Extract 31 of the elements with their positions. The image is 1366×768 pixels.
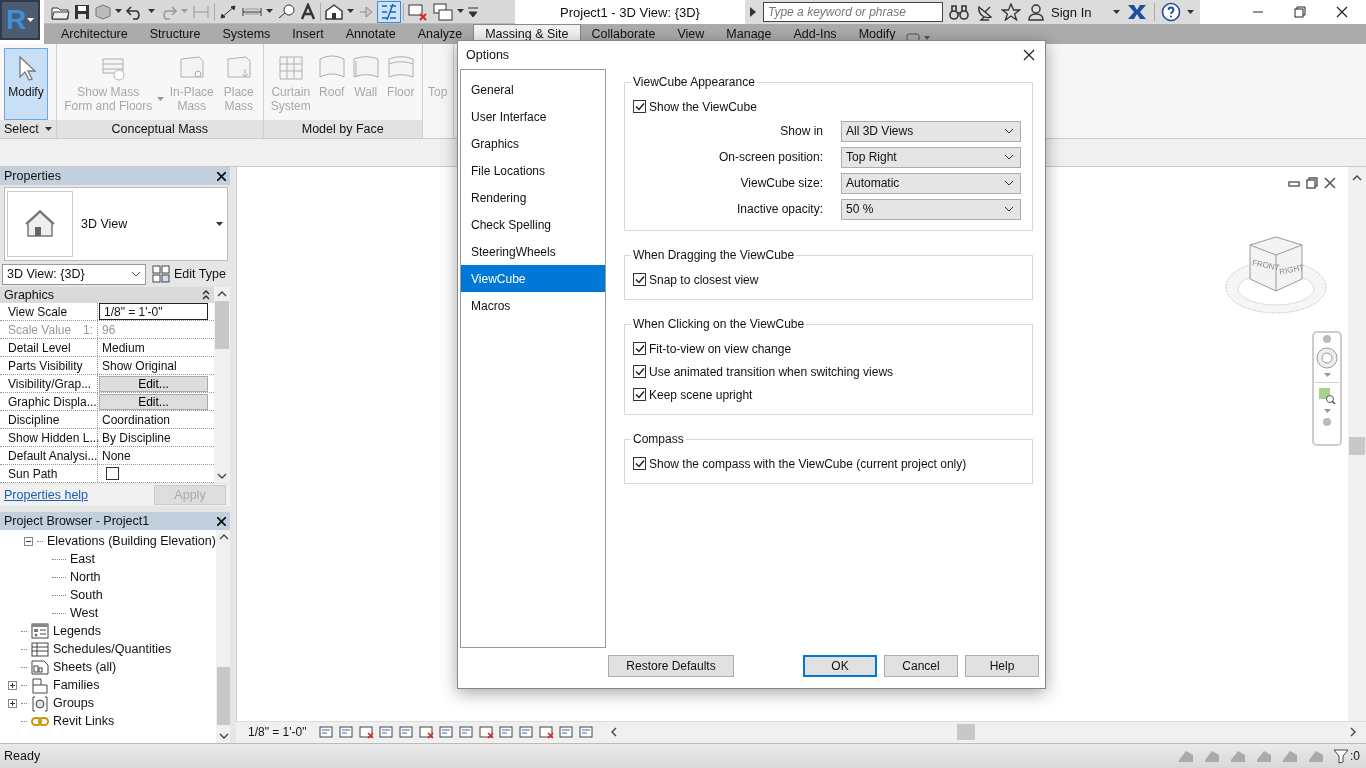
property-label: Discipline — [0, 411, 98, 428]
property-value: By Discipline — [101, 429, 172, 446]
property-label: Parts Visibility — [0, 357, 98, 374]
panel-title: Properties — [4, 169, 61, 183]
unit-label: 1: — [83, 322, 93, 337]
group-title: Compass — [632, 432, 685, 446]
property-label: Show Hidden L... — [0, 429, 98, 446]
property-value: Coordination — [101, 411, 172, 428]
panel-title: Model by Face — [263, 120, 422, 138]
property-value: Medium — [101, 339, 146, 356]
field-label: ViewCube size: — [739, 176, 823, 190]
group-title: When Clicking on the ViewCube — [632, 317, 806, 331]
field-label: Show in — [779, 124, 823, 138]
dialog-title: Options — [466, 48, 510, 62]
property-value: 96 — [101, 321, 117, 338]
field-label: On-screen position: — [717, 150, 823, 164]
property-label: View Scale — [0, 303, 98, 320]
group-title: When Dragging the ViewCube — [632, 248, 796, 262]
panel-title: Conceptual Mass — [56, 120, 263, 138]
group-header: Graphics — [4, 288, 55, 302]
property-value: Show Original — [101, 357, 178, 374]
property-value: None — [101, 447, 132, 464]
group-title: ViewCube Appearance — [632, 75, 756, 89]
status-text: Ready — [4, 749, 41, 763]
property-label: Scale Value — [8, 322, 72, 337]
property-label: Detail Level — [0, 339, 98, 356]
property-label: Default Analysi... — [0, 447, 98, 464]
window-title: Project1 - 3D View: {3D} — [559, 4, 701, 20]
property-label: Sun Path — [0, 465, 98, 482]
panel-title: Project Browser - Project1 — [4, 514, 150, 528]
field-label: Inactive opacity: — [735, 202, 823, 216]
